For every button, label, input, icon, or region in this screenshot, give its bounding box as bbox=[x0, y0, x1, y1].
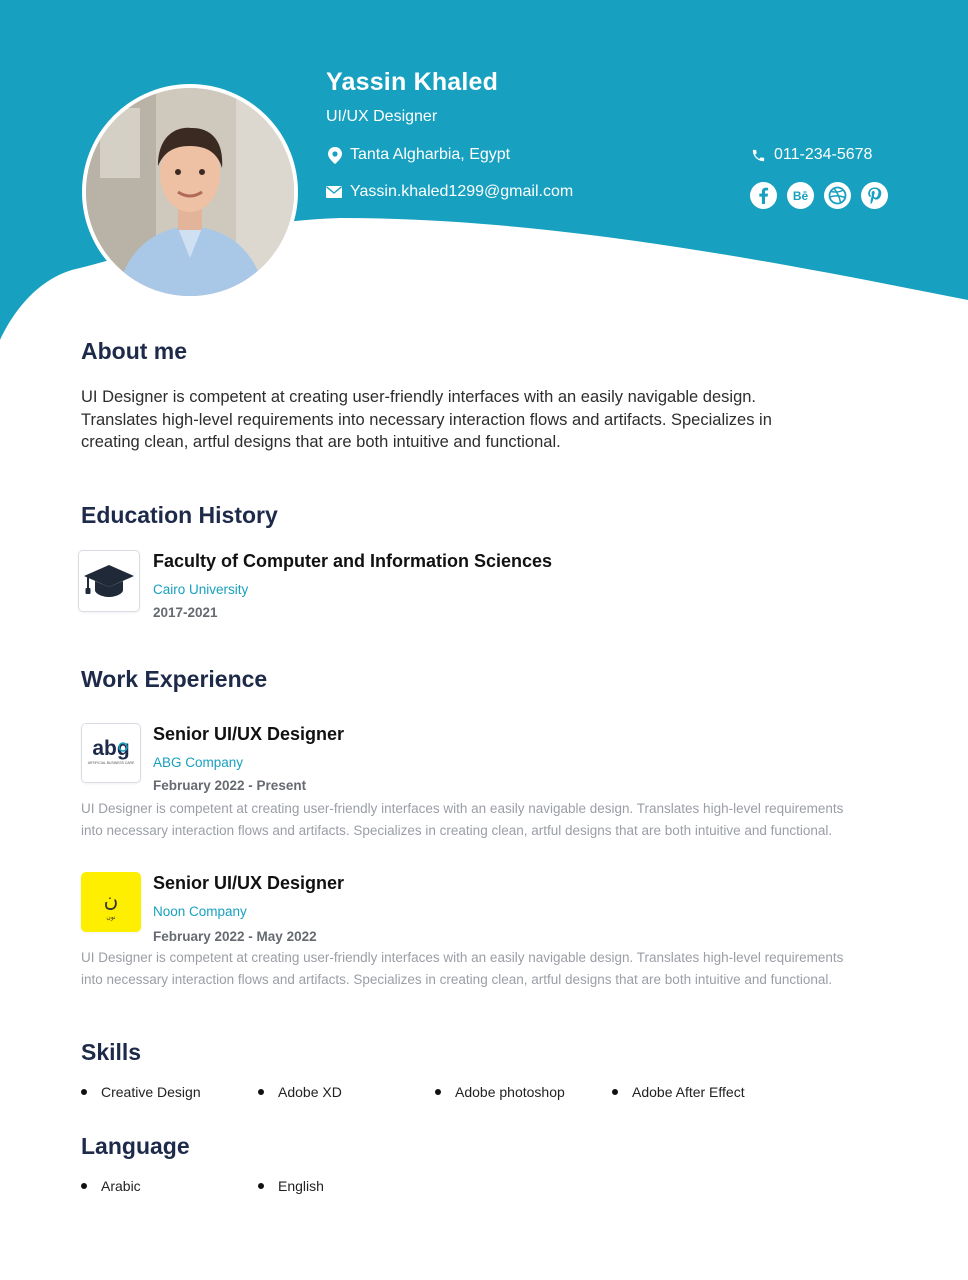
skills-list: Creative Design Adobe XD Adobe photoshop… bbox=[81, 1084, 789, 1100]
logo-subtext: ARTIFICIAL BUSINESS CARE bbox=[88, 761, 135, 765]
dribbble-icon[interactable] bbox=[824, 182, 851, 209]
education-logo bbox=[78, 550, 140, 612]
email-text[interactable]: Yassin.khaled1299@gmail.com bbox=[350, 183, 573, 201]
facebook-icon[interactable] bbox=[750, 182, 777, 209]
job-title: Senior UI/UX Designer bbox=[153, 724, 345, 744]
phone-text[interactable]: 011-234-5678 bbox=[774, 146, 872, 164]
profile-photo bbox=[82, 84, 298, 300]
location-line: Tanta Algharbia, Egypt bbox=[328, 146, 510, 164]
job-company[interactable]: Noon Company bbox=[153, 904, 247, 919]
language-item: Arabic bbox=[81, 1178, 258, 1194]
social-links: Bē bbox=[750, 182, 888, 209]
skill-item: Adobe XD bbox=[258, 1084, 435, 1100]
email-line[interactable]: Yassin.khaled1299@gmail.com bbox=[326, 183, 573, 201]
language-item: English bbox=[258, 1178, 435, 1194]
job-desc-line: into necessary interaction flows and art… bbox=[81, 972, 833, 987]
skill-item: Adobe After Effect bbox=[612, 1084, 789, 1100]
job-desc-line: into necessary interaction flows and art… bbox=[81, 823, 833, 838]
abg-company-logo: abg ARTIFICIAL BUSINESS CARE bbox=[81, 723, 141, 783]
location-text: Tanta Algharbia, Egypt bbox=[350, 146, 511, 163]
education-years: 2017-2021 bbox=[153, 605, 218, 620]
profile-role: UI/UX Designer bbox=[326, 108, 438, 125]
language-title: Language bbox=[81, 1133, 190, 1159]
about-text: UI Designer is competent at creating use… bbox=[81, 386, 871, 454]
graduation-cap-icon bbox=[84, 565, 134, 597]
job-description: UI Designer is competent at creating use… bbox=[81, 947, 931, 991]
job-dates: February 2022 - May 2022 bbox=[153, 929, 317, 944]
phone-icon bbox=[752, 149, 765, 161]
skills-title: Skills bbox=[81, 1039, 142, 1065]
pinterest-icon[interactable] bbox=[861, 182, 888, 209]
work-title: Work Experience bbox=[81, 666, 268, 692]
education-institution[interactable]: Cairo University bbox=[153, 582, 248, 597]
logo-text: ن bbox=[104, 888, 119, 912]
noon-company-logo: ن نون bbox=[81, 872, 141, 932]
about-title: About me bbox=[81, 338, 188, 364]
job-description: UI Designer is competent at creating use… bbox=[81, 798, 931, 842]
about-line: UI Designer is competent at creating use… bbox=[81, 388, 757, 406]
skill-item: Adobe photoshop bbox=[435, 1084, 612, 1100]
about-line: Translates high-level requirements into … bbox=[81, 410, 772, 429]
job-company[interactable]: ABG Company bbox=[153, 755, 243, 770]
behance-icon[interactable]: Bē bbox=[787, 182, 814, 209]
mail-icon bbox=[326, 186, 342, 198]
logo-subtext: نون bbox=[106, 914, 116, 921]
language-list: Arabic English bbox=[81, 1178, 435, 1194]
skill-item: Creative Design bbox=[81, 1084, 258, 1100]
svg-text:Bē: Bē bbox=[793, 189, 809, 203]
job-dates: February 2022 - Present bbox=[153, 778, 307, 793]
job-desc-line: UI Designer is competent at creating use… bbox=[81, 801, 844, 816]
profile-name: Yassin Khaled bbox=[326, 68, 499, 96]
job-title: Senior UI/UX Designer bbox=[153, 873, 345, 893]
logo-text: abg bbox=[92, 737, 129, 760]
location-pin-icon bbox=[328, 146, 342, 164]
education-degree: Faculty of Computer and Information Scie… bbox=[153, 551, 553, 571]
phone-line[interactable]: 011-234-5678 bbox=[751, 146, 872, 164]
about-line: creating clean, artful designs that are … bbox=[81, 433, 561, 451]
job-desc-line: UI Designer is competent at creating use… bbox=[81, 950, 844, 965]
education-title: Education History bbox=[81, 502, 278, 528]
